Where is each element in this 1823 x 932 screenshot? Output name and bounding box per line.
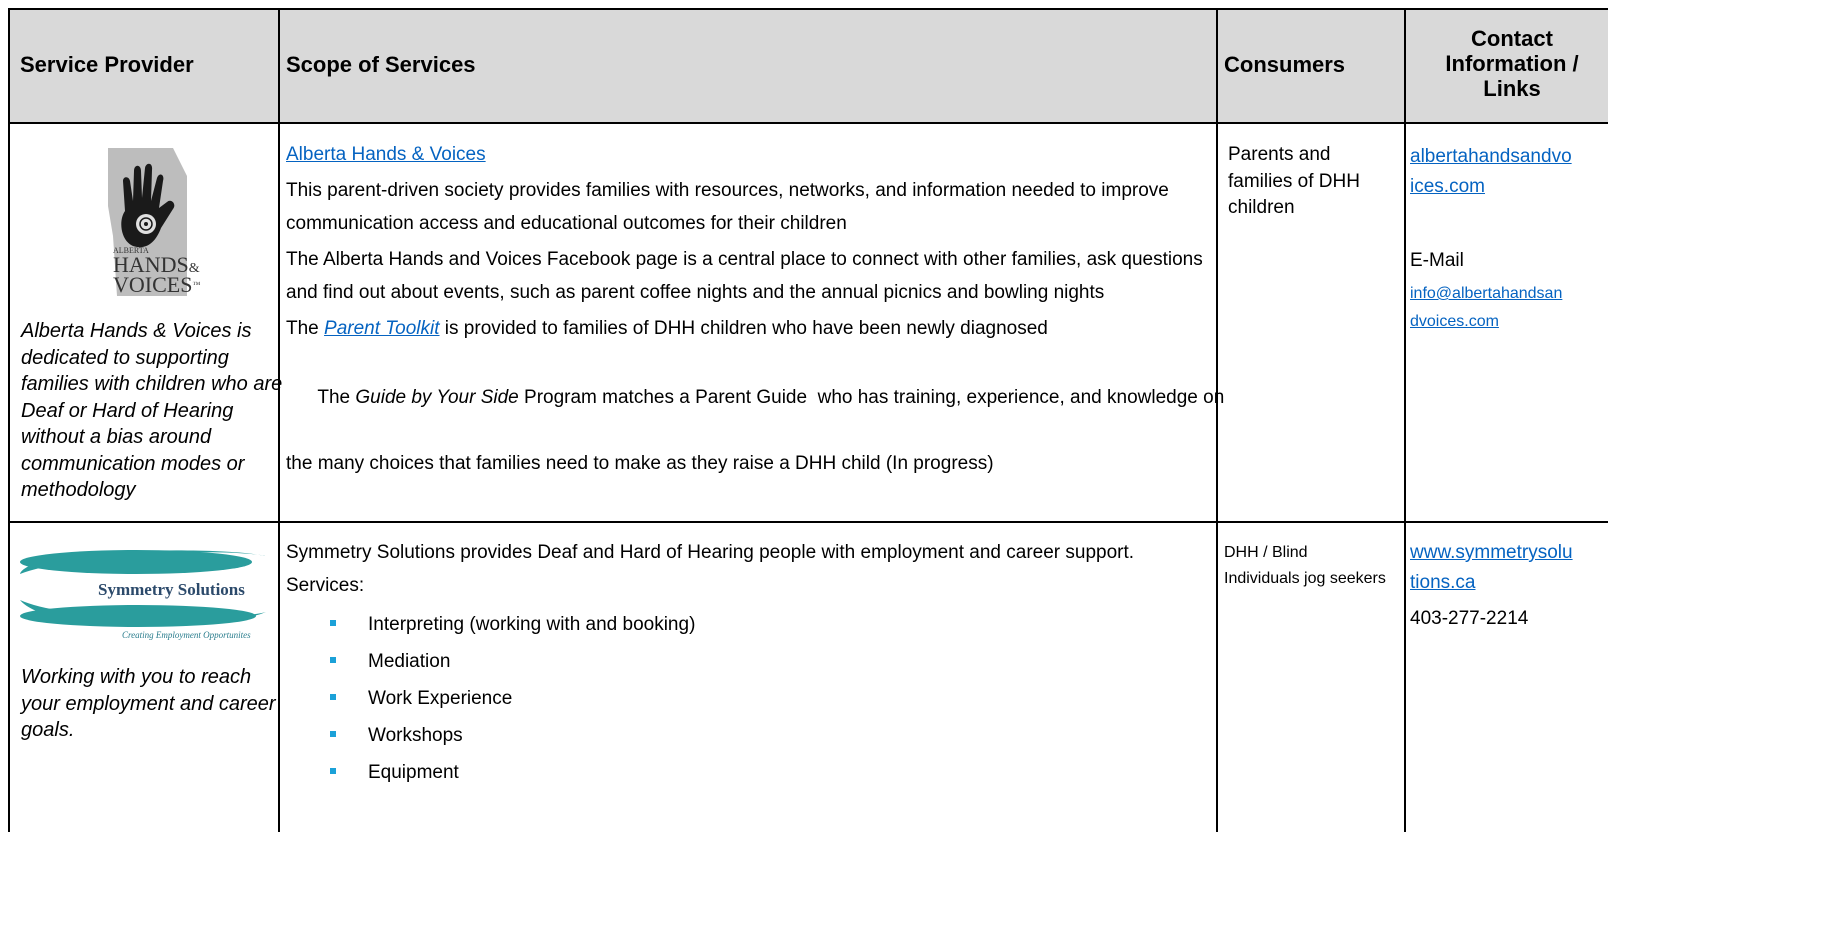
bullet-icon	[330, 768, 336, 774]
row1-contact: albertahandsandvo ices.com E-Mail info@a…	[1410, 142, 1606, 336]
bullet-icon	[330, 731, 336, 737]
symmetry-solutions-logo: Symmetry Solutions Creating Employment O…	[18, 542, 268, 642]
service-label: Work Experience	[368, 688, 513, 709]
row-divider	[8, 521, 1608, 523]
scope-p1-line1: This parent-driven society provides fami…	[286, 180, 1169, 201]
header-contact-line3: Links	[1483, 76, 1541, 101]
bullet-icon	[330, 694, 336, 700]
scope-p3-suffix: is provided to families of DHH children …	[439, 318, 1048, 339]
header-consumers: Consumers	[1224, 52, 1346, 77]
header-row	[8, 8, 1608, 122]
column-divider-3	[1404, 8, 1406, 832]
alberta-hands-voices-link[interactable]: Alberta Hands & Voices	[286, 138, 1206, 171]
row1-provider-description: Alberta Hands & Voices is dedicated to s…	[21, 318, 282, 504]
scope-line1: Symmetry Solutions provides Deaf and Har…	[286, 542, 1135, 563]
logo-tm: ™	[192, 280, 201, 289]
symmetry-website-link[interactable]: www.symmetrysolu tions.ca	[1410, 538, 1606, 598]
consumers-line: Parents and	[1228, 144, 1331, 165]
description-line: families with children who are	[21, 373, 283, 395]
scope-p2-line1: The Alberta Hands and Voices Facebook pa…	[286, 249, 1203, 270]
symmetry-link-line2: tions.ca	[1410, 572, 1476, 593]
scope-line2: Services:	[286, 575, 365, 596]
phone-number: 403-277-2214	[1410, 608, 1529, 629]
description-line: methodology	[21, 479, 136, 501]
consumers-line: children	[1228, 197, 1295, 218]
description-line: goals.	[21, 719, 75, 741]
header-bottom-border	[8, 122, 1608, 124]
scope-p2-line2: and find out about events, such as paren…	[286, 282, 1105, 303]
scope-p3-prefix: The	[286, 318, 325, 339]
description-line: Alberta Hands & Voices is	[21, 320, 252, 342]
consumers-line2: Individuals jog seekers	[1224, 570, 1386, 587]
description-line: Deaf or Hard of Hearing	[21, 399, 234, 422]
table-left-border	[8, 8, 10, 832]
symmetry-logo-name: Symmetry Solutions	[98, 580, 245, 599]
scope-p4-rest: Program matches a Parent Guide who has t…	[518, 387, 1225, 408]
email-label: E-Mail	[1410, 250, 1464, 271]
row2-consumers: DHH / Blind Individuals jog seekers	[1224, 540, 1386, 592]
scope-p4-line1: The Guide by Your Side Program matches a…	[286, 348, 1224, 447]
list-item: Workshops	[286, 717, 1206, 754]
symmetry-link-line1: www.symmetrysolu	[1410, 542, 1573, 563]
website-link-line2: ices.com	[1410, 176, 1485, 197]
description-line: communication modes or	[21, 452, 245, 475]
scope-p3: The Parent Toolkit is provided to famili…	[286, 312, 1206, 345]
row2-contact: www.symmetrysolu tions.ca 403-277-2214	[1410, 538, 1606, 634]
bullet-icon	[330, 620, 336, 626]
scope-p4-italic: Guide by Your Side	[355, 387, 519, 408]
header-contact-line2: Information /	[1445, 51, 1579, 76]
services-list: Interpreting (working with and booking) …	[286, 606, 1206, 791]
scope-p1-line2: communication access and educational out…	[286, 213, 847, 234]
row2-provider-description: Working with you to reach your employmen…	[21, 664, 276, 744]
list-item: Equipment	[286, 754, 1206, 791]
consumers-line1: DHH / Blind	[1224, 544, 1308, 561]
logo-voices-word: VOICES	[113, 272, 193, 297]
header-scope-of-services: Scope of Services	[286, 52, 476, 77]
header-contact-line1: Contact	[1471, 26, 1553, 51]
logo-voices-text: VOICES™	[113, 274, 200, 296]
list-item: Interpreting (working with and booking)	[286, 606, 1206, 643]
description-line: without a bias around	[21, 426, 212, 448]
header-service-provider: Service Provider	[20, 52, 194, 77]
alberta-hands-voices-logo: ALBERTA HANDS& VOICES™	[103, 146, 200, 311]
parent-toolkit-link[interactable]: Parent Toolkit	[324, 318, 439, 339]
symmetry-logo-tagline: Creating Employment Opportunites	[122, 630, 251, 640]
column-divider-2	[1216, 8, 1218, 832]
description-line: your employment and career	[21, 692, 276, 715]
services-table: Service Provider Scope of Services Consu…	[8, 8, 1608, 832]
consumers-line: families of DHH	[1228, 170, 1360, 192]
table-top-border	[8, 8, 1608, 10]
list-item: Mediation	[286, 643, 1206, 680]
website-link-line1: albertahandsandvo	[1410, 146, 1572, 167]
service-label: Equipment	[368, 762, 459, 783]
header-contact: Contact Information / Links	[1412, 26, 1612, 101]
email-link[interactable]: info@albertahandsan dvoices.com	[1410, 280, 1606, 336]
email-link-line1: info@albertahandsan	[1410, 285, 1563, 302]
service-label: Workshops	[368, 725, 463, 746]
scope-p4-prefix: The	[317, 387, 356, 408]
email-link-line2: dvoices.com	[1410, 313, 1499, 330]
service-label: Mediation	[368, 651, 451, 672]
list-item: Work Experience	[286, 680, 1206, 717]
scope-p4-line2: the many choices that families need to m…	[286, 453, 994, 474]
description-line: Working with you to reach	[21, 666, 252, 688]
website-link[interactable]: albertahandsandvo ices.com	[1410, 142, 1606, 202]
service-label: Interpreting (working with and booking)	[368, 614, 696, 635]
description-line: dedicated to supporting	[21, 346, 229, 369]
bullet-icon	[330, 657, 336, 663]
row1-scope: Alberta Hands & Voices This parent-drive…	[286, 138, 1224, 480]
row2-scope: Symmetry Solutions provides Deaf and Har…	[286, 536, 1206, 791]
row1-consumers: Parents and families of DHH children	[1228, 142, 1360, 222]
